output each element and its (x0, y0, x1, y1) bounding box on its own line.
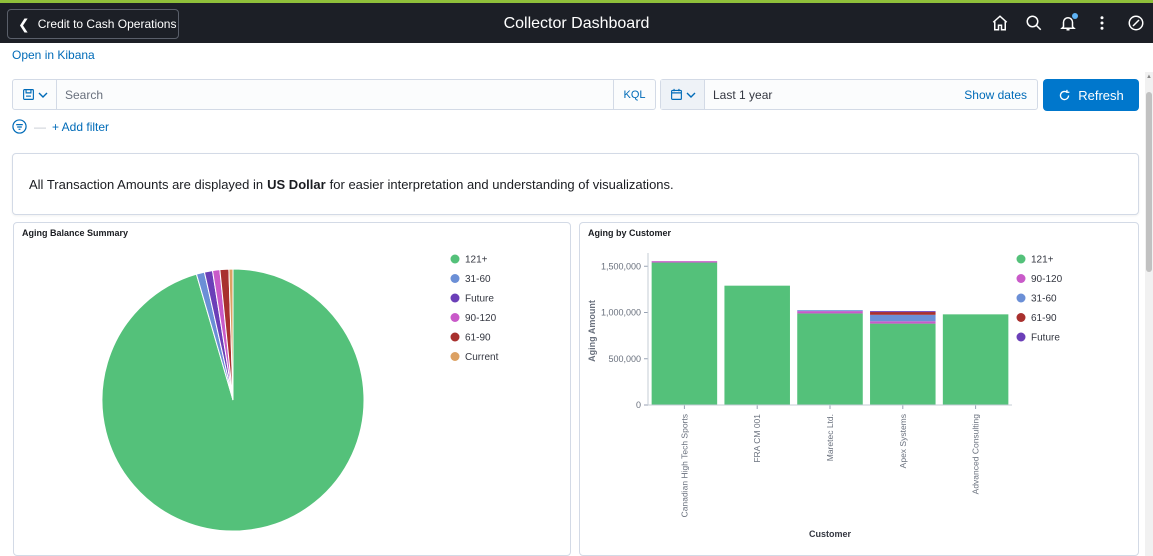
search-icon[interactable] (1017, 3, 1051, 43)
bar-segment-90-120[interactable] (870, 321, 936, 324)
x-tick-label: Apex Systems (898, 414, 908, 468)
chevron-left-icon: ❮ (18, 16, 30, 32)
legend-item-61-90[interactable]: 61-90 (450, 332, 492, 344)
legend-label: Current (465, 352, 499, 363)
scroll-up-arrow-icon[interactable]: ▲ (1146, 74, 1152, 80)
legend-swatch (1016, 332, 1026, 342)
bar-segment-121+[interactable] (942, 314, 1009, 405)
x-tick-label: FRA CM 001 (752, 414, 762, 463)
bar-segment-121+[interactable] (870, 323, 936, 405)
search-input[interactable] (57, 80, 613, 109)
bar-segment-121+[interactable] (724, 285, 790, 405)
legend-swatch (450, 274, 460, 283)
date-picker: Last 1 year Show dates (660, 79, 1038, 110)
notice-currency: US Dollar (267, 176, 326, 192)
bar-segment-121+[interactable] (797, 313, 863, 405)
legend-label: 90-120 (1031, 274, 1063, 285)
x-tick-label: Maretec Ltd. (825, 414, 835, 461)
legend-item-Future[interactable]: Future (1016, 332, 1061, 344)
filter-separator: — (34, 120, 46, 134)
filter-icon[interactable] (12, 119, 28, 135)
date-quick-select-button[interactable] (661, 80, 705, 109)
legend-label: 121+ (465, 255, 488, 266)
legend-swatch (1016, 313, 1026, 322)
legend-label: 61-90 (1031, 313, 1057, 324)
bar-segment-90-120[interactable] (651, 261, 718, 263)
legend-item-121+[interactable]: 121+ (450, 254, 488, 266)
legend-item-90-120[interactable]: 90-120 (450, 313, 497, 324)
y-tick-label: 0 (636, 400, 641, 410)
legend-swatch (1016, 254, 1026, 264)
refresh-button[interactable]: Refresh (1043, 79, 1139, 111)
x-axis-label: Customer (809, 529, 852, 539)
legend-item-121+[interactable]: 121+ (1016, 254, 1054, 266)
legend-swatch (450, 254, 460, 264)
more-vertical-icon[interactable] (1085, 3, 1119, 43)
notification-dot (1072, 13, 1078, 19)
filter-row: — + Add filter (12, 118, 109, 136)
bar-chart: 0 500,000 1,000,000 1,500,000 Aging Amount Ca… (587, 253, 1063, 539)
kql-toggle[interactable]: KQL (613, 80, 655, 109)
header-actions (983, 3, 1153, 43)
page-scrollbar[interactable]: ▲ (1145, 72, 1153, 556)
bell-icon[interactable] (1051, 3, 1085, 43)
scroll-thumb[interactable] (1146, 92, 1152, 272)
add-filter-link[interactable]: + Add filter (52, 120, 109, 134)
chevron-down-icon (38, 92, 47, 98)
show-dates-link[interactable]: Show dates (964, 88, 1037, 102)
notice-suffix: for easier interpretation and understand… (329, 176, 674, 192)
x-tick-label: Canadian High Tech Sports (679, 414, 689, 517)
y-tick-label: 1,000,000 (601, 308, 641, 318)
legend-label: 121+ (1031, 255, 1054, 266)
open-in-kibana-link[interactable]: Open in Kibana (12, 48, 95, 62)
saved-query-icon (22, 89, 34, 100)
y-axis-label: Aging Amount (587, 300, 597, 362)
legend-label: 61-90 (465, 333, 491, 344)
legend-label: 31-60 (1031, 294, 1057, 305)
compass-icon[interactable] (1119, 3, 1153, 43)
back-button-label: Credit to Cash Operations (37, 17, 177, 31)
bar-segment-61-90[interactable] (870, 312, 936, 315)
date-range-value[interactable]: Last 1 year (705, 88, 964, 102)
legend-swatch (1016, 293, 1026, 303)
y-tick-label: 1,500,000 (601, 261, 641, 271)
chevron-down-icon (686, 92, 695, 98)
refresh-icon (1060, 89, 1070, 100)
y-tick-label: 500,000 (608, 354, 641, 364)
saved-query-button[interactable] (13, 80, 57, 109)
calendar-icon (670, 88, 682, 100)
legend-label: Future (465, 294, 494, 305)
query-search-bar: KQL (12, 79, 656, 110)
bar-segment-31-60[interactable] (797, 310, 863, 312)
legend-swatch (450, 313, 460, 322)
aging-by-customer-panel: Aging by Customer 0 500,000 1,000,000 1,500… (579, 222, 1139, 556)
legend-item-Current[interactable]: Current (450, 352, 499, 363)
pie-chart: 121+ 31-60 Future 90-120 61-90 Current (101, 254, 499, 532)
legend-label: 31-60 (465, 274, 491, 285)
back-button[interactable]: ❮ Credit to Cash Operations (7, 9, 179, 39)
bar-segment-121+[interactable] (651, 262, 718, 405)
legend-swatch (450, 352, 460, 361)
legend-label: 90-120 (465, 313, 497, 324)
refresh-button-label: Refresh (1078, 87, 1124, 103)
currency-notice: All Transaction Amounts are displayed in… (12, 153, 1139, 215)
x-tick-label: Advanced Consulting (971, 414, 981, 495)
legend-item-Future[interactable]: Future (450, 293, 495, 305)
legend-swatch (1016, 274, 1026, 283)
bar-segment-Future[interactable] (870, 311, 936, 313)
legend-swatch (450, 293, 460, 303)
legend-item-61-90[interactable]: 61-90 (1016, 313, 1058, 324)
legend-item-31-60[interactable]: 31-60 (450, 274, 492, 285)
legend-item-90-120[interactable]: 90-120 (1016, 274, 1063, 285)
top-bar: ❮ Credit to Cash Operations Collector Da… (0, 0, 1153, 43)
legend-swatch (450, 332, 460, 342)
notice-prefix: All Transaction Amounts are displayed in (29, 176, 264, 192)
aging-balance-summary-panel: Aging Balance Summary 121+ 31-60 Future 90-… (13, 222, 571, 556)
home-icon[interactable] (983, 3, 1017, 43)
bar-segment-90-120[interactable] (797, 311, 863, 314)
legend-label: Future (1031, 333, 1060, 344)
bar-segment-31-60[interactable] (870, 314, 936, 322)
legend-item-31-60[interactable]: 31-60 (1016, 293, 1058, 305)
